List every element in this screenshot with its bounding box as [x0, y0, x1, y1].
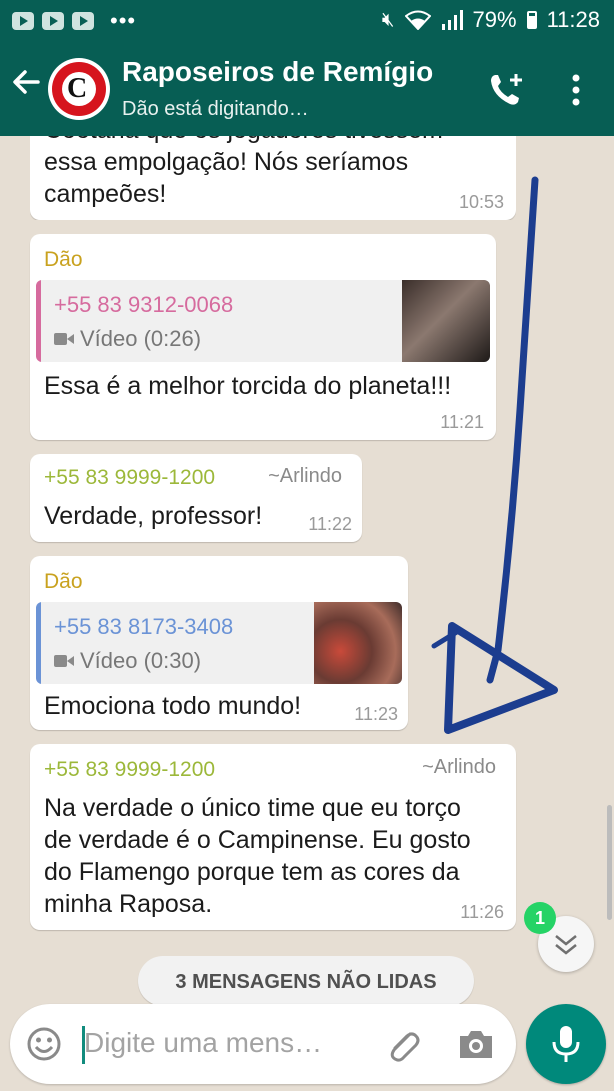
message-text: essa empolgação! Nós seríamos	[44, 148, 409, 176]
message-text: Na verdade o único time que eu torço	[44, 794, 461, 822]
group-avatar[interactable]: C	[48, 58, 110, 120]
chevron-double-down-icon	[555, 935, 577, 955]
battery-icon	[526, 11, 537, 29]
status-bar: ••• 🔇︎ 79% 11:28	[0, 0, 614, 40]
message-text: Verdade, professor!	[44, 502, 263, 530]
message-text: campeões!	[44, 180, 167, 208]
sender-alias: ~Arlindo	[422, 756, 496, 778]
wifi-icon	[404, 10, 431, 30]
video-icon	[54, 333, 74, 345]
quote-type: Vídeo (0:26)	[80, 326, 202, 351]
more-notifications-icon: •••	[110, 8, 137, 33]
add-call-icon[interactable]	[486, 70, 526, 110]
sender-name[interactable]: Dão	[44, 570, 83, 594]
youtube-notification-icon	[42, 12, 64, 30]
message-time: 11:22	[308, 514, 352, 534]
sender-alias: ~Arlindo	[268, 465, 342, 487]
quote-author: +55 83 9312-0068	[54, 292, 234, 317]
chat-title[interactable]: Raposeiros de Remígio	[122, 56, 433, 88]
quote-type: Vídeo (0:30)	[80, 648, 202, 673]
battery-percent: 79%	[472, 7, 517, 32]
message-text: Essa é a melhor torcida do planeta!!!	[44, 372, 452, 400]
paperclip-icon[interactable]	[382, 1024, 422, 1064]
drawn-arrow-annotation	[431, 176, 558, 734]
unread-messages-divider: 3 MENSAGENS NÃO LIDAS	[138, 956, 474, 1006]
arrow-left-icon[interactable]	[10, 66, 42, 106]
message-bubble[interactable]: Dão +55 83 8173-3408 Vídeo (0:30) Emocio…	[30, 556, 408, 730]
message-text: Emociona todo mundo!	[44, 692, 302, 720]
mute-icon: 🔇︎	[381, 8, 395, 31]
camera-icon[interactable]	[456, 1026, 496, 1062]
message-input[interactable]: Digite uma mens…	[84, 1027, 322, 1059]
chat-header: C Raposeiros de Remígio Dão está digitan…	[0, 40, 614, 136]
video-thumbnail	[314, 602, 402, 684]
youtube-notification-icon	[72, 12, 94, 30]
sender-name[interactable]: Dão	[44, 248, 83, 272]
unread-count-badge: 1	[524, 902, 556, 934]
emoji-icon[interactable]	[26, 1026, 62, 1062]
message-bubble[interactable]: +55 83 9999-1200 ~Arlindo Na verdade o ú…	[30, 744, 516, 930]
sender-name[interactable]: +55 83 9999-1200	[44, 466, 215, 490]
scrollbar[interactable]	[607, 805, 612, 920]
more-vert-icon[interactable]	[566, 72, 586, 108]
message-composer: Digite uma mens…	[10, 1004, 516, 1084]
sender-name[interactable]: +55 83 9999-1200	[44, 758, 215, 782]
video-icon	[54, 655, 74, 667]
message-bubble[interactable]: +55 83 9999-1200 ~Arlindo Verdade, profe…	[30, 454, 362, 542]
message-time: 11:23	[354, 704, 398, 724]
voice-record-button[interactable]	[526, 1004, 606, 1084]
mic-icon	[552, 1026, 580, 1062]
message-text: de verdade é o Campinense. Eu gosto	[44, 826, 471, 854]
quote-author: +55 83 8173-3408	[54, 614, 234, 639]
quoted-video[interactable]: +55 83 8173-3408 Vídeo (0:30)	[36, 602, 402, 684]
message-text: minha Raposa.	[44, 890, 213, 918]
message-time: 11:26	[460, 902, 504, 922]
signal-icon	[441, 10, 463, 30]
message-text: do Flamengo porque tem as cores da	[44, 858, 460, 886]
youtube-notification-icon	[12, 12, 34, 30]
typing-status: Dão está digitando…	[122, 98, 309, 120]
clock: 11:28	[546, 7, 600, 32]
